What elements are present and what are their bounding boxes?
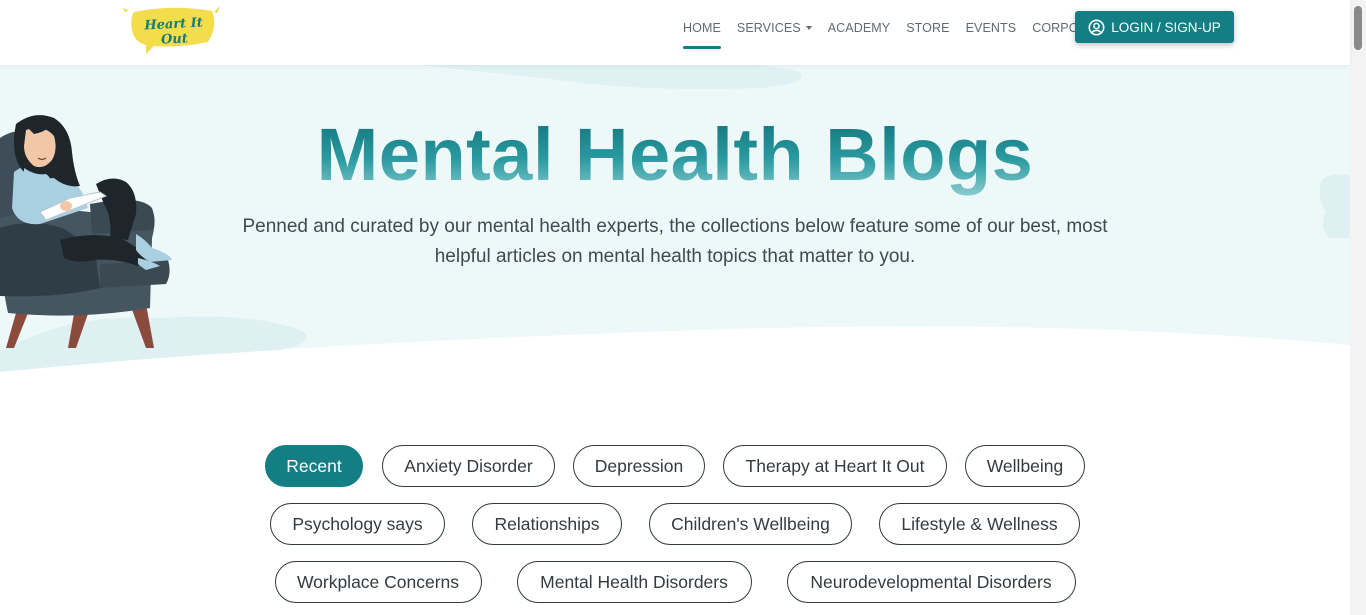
main-nav: HOME SERVICES ACADEMY STORE EVENTS CORPO… [675,0,1119,55]
category-chip-depression[interactable]: Depression [573,445,705,487]
category-chip-relationships[interactable]: Relationships [472,503,622,545]
page-subtitle: Penned and curated by our mental health … [200,212,1150,272]
category-chip-mental-health-disorders[interactable]: Mental Health Disorders [516,561,752,603]
scrollbar-thumb[interactable] [1354,6,1362,50]
category-chip-lifestyle-wellness[interactable]: Lifestyle & Wellness [879,503,1080,545]
subtitle-line-1: Penned and curated by our mental health … [242,216,1108,237]
category-row-2: Psychology says Relationships Children's… [0,503,1350,545]
nav-services-label: SERVICES [736,20,801,35]
logo-text: Heart It Out [144,15,204,48]
subtitle-line-2: helpful articles on mental health topics… [434,246,916,267]
login-signup-label: LOGIN / SIGN-UP [1111,19,1221,35]
category-chip-neurodevelopmental-disorders[interactable]: Neurodevelopmental Disorders [786,561,1076,603]
category-row-1: Recent Anxiety Disorder Depression Thera… [0,445,1350,487]
category-chip-childrens-wellbeing[interactable]: Children's Wellbeing [649,503,852,545]
chevron-down-icon [805,26,812,31]
page-scrollbar[interactable] [1350,0,1366,615]
user-circle-icon [1088,19,1105,35]
nav-home[interactable]: HOME [683,21,721,49]
category-chip-therapy[interactable]: Therapy at Heart It Out [723,445,947,487]
site-header: Heart It Out HOME SERVICES ACADEMY STORE… [0,0,1350,65]
page: Heart It Out HOME SERVICES ACADEMY STORE… [0,0,1366,615]
category-chip-recent[interactable]: Recent [265,445,363,487]
login-signup-button[interactable]: LOGIN / SIGN-UP [1075,11,1234,43]
category-chip-workplace-concerns[interactable]: Workplace Concerns [274,561,482,603]
nav-store[interactable]: STORE [906,21,949,35]
nav-services[interactable]: SERVICES [737,21,812,35]
category-row-3: Workplace Concerns Mental Health Disorde… [0,561,1350,603]
category-chip-psychology-says[interactable]: Psychology says [270,503,445,545]
heart-it-out-logo[interactable]: Heart It Out [120,4,224,54]
category-chip-wellbeing[interactable]: Wellbeing [965,445,1085,487]
page-title: Mental Health Blogs [0,112,1350,197]
nav-academy[interactable]: ACADEMY [828,21,891,35]
nav-events[interactable]: EVENTS [966,21,1017,35]
category-chip-anxiety-disorder[interactable]: Anxiety Disorder [382,445,555,487]
